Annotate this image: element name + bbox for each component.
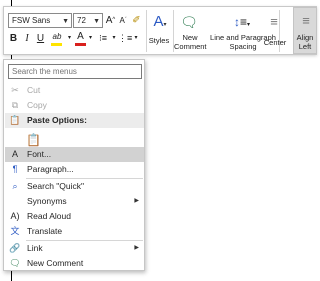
read-aloud-label: Read Aloud bbox=[27, 211, 71, 221]
paragraph-label: Paragraph... bbox=[27, 164, 74, 174]
clear-formatting-button[interactable]: ✐ bbox=[131, 13, 142, 28]
highlight-dropdown[interactable]: ▾ bbox=[66, 31, 73, 46]
copy-icon: ⧉ bbox=[11, 100, 19, 110]
chevron-down-icon[interactable]: ▼ bbox=[62, 15, 69, 28]
numbering-icon: ⋮≡ bbox=[118, 33, 133, 43]
paste-options-label: Paste Options: bbox=[27, 115, 87, 125]
bold-icon: B bbox=[9, 33, 18, 44]
cut-label: Cut bbox=[27, 85, 41, 95]
new-comment-menu-label: New Comment bbox=[27, 258, 84, 268]
align-center-icon: ≡ bbox=[270, 14, 278, 29]
menu-item-paragraph[interactable]: ¶ Paragraph... bbox=[5, 162, 144, 177]
chevron-right-icon: ▶ bbox=[134, 245, 139, 251]
menu-item-link[interactable]: 🔗 Link ▶ bbox=[5, 241, 144, 256]
read-aloud-icon: A) bbox=[10, 211, 20, 221]
search-menus-input[interactable] bbox=[8, 64, 142, 79]
font-name-value: FSW Sans bbox=[12, 16, 51, 25]
mini-toolbar: FSW Sans ▼ 72 ▼ A^ Aˇ ✐ B I U ab ▾ A ▾ ⁝… bbox=[3, 6, 317, 55]
styles-icon: A bbox=[153, 13, 164, 30]
align-left-button[interactable]: ≡ Align Left bbox=[293, 7, 317, 54]
scissors-icon: ✂ bbox=[11, 85, 19, 95]
menu-item-new-comment[interactable]: 🗨 New Comment bbox=[5, 256, 144, 271]
align-left-label: Align Left bbox=[296, 33, 314, 51]
bullets-button[interactable]: ⁝≡ bbox=[96, 31, 110, 46]
toolbar-divider bbox=[146, 10, 147, 52]
new-comment-label: New Comment bbox=[174, 33, 207, 51]
link-icon: 🔗 bbox=[9, 243, 21, 253]
underline-button[interactable]: U bbox=[35, 31, 46, 46]
line-spacing-button[interactable]: ↕≡▾ bbox=[232, 11, 252, 33]
search-icon: ⌕ bbox=[12, 181, 18, 191]
styles-button[interactable]: A▾ bbox=[150, 11, 170, 33]
paragraph-icon: ¶ bbox=[12, 164, 18, 174]
translate-icon: 文 bbox=[10, 226, 20, 236]
menu-item-font[interactable]: A Font... bbox=[5, 147, 144, 162]
styles-label: Styles bbox=[148, 36, 170, 45]
menu-item-translate[interactable]: 文 Translate bbox=[5, 224, 144, 239]
menu-item-search[interactable]: ⌕ Search "Quick" bbox=[5, 179, 144, 194]
new-comment-button[interactable]: 🗨 bbox=[180, 11, 198, 33]
highlight-button[interactable]: ab bbox=[49, 29, 65, 46]
font-icon: A bbox=[11, 149, 18, 159]
font-name-combobox[interactable]: FSW Sans ▼ bbox=[8, 13, 72, 28]
bullets-dropdown[interactable]: ▾ bbox=[111, 31, 117, 46]
font-color-button[interactable]: A bbox=[75, 29, 86, 46]
synonyms-label: Synonyms bbox=[27, 196, 67, 206]
comment-icon: 🗨 bbox=[9, 258, 21, 268]
link-label: Link bbox=[27, 243, 43, 253]
font-size-value: 72 bbox=[77, 16, 86, 25]
font-color-swatch bbox=[75, 43, 86, 46]
menu-item-read-aloud[interactable]: A) Read Aloud bbox=[5, 209, 144, 224]
grow-font-button[interactable]: A^ bbox=[105, 13, 116, 28]
menu-item-copy[interactable]: ⧉ Copy bbox=[5, 98, 144, 113]
paste-options-header: 📋 Paste Options: bbox=[5, 113, 144, 128]
font-label: Font... bbox=[27, 149, 52, 159]
underline-icon: U bbox=[36, 33, 45, 44]
bullets-icon: ⁝≡ bbox=[98, 33, 108, 43]
center-button[interactable]: ≡ bbox=[264, 11, 284, 33]
copy-label: Copy bbox=[27, 100, 47, 110]
translate-label: Translate bbox=[27, 226, 63, 236]
shrink-font-button[interactable]: Aˇ bbox=[118, 13, 128, 28]
font-size-combobox[interactable]: 72 ▼ bbox=[73, 13, 103, 28]
italic-icon: I bbox=[25, 33, 29, 44]
chevron-right-icon: ▶ bbox=[134, 198, 139, 204]
chevron-down-icon[interactable]: ▼ bbox=[93, 15, 100, 28]
clipboard-icon: 📋 bbox=[9, 115, 21, 125]
context-menu: ✂ Cut ⧉ Copy 📋 Paste Options: 📋 A Font..… bbox=[3, 59, 145, 271]
comment-plus-icon: 🗨 bbox=[180, 14, 198, 30]
italic-button[interactable]: I bbox=[22, 31, 32, 46]
bold-button[interactable]: B bbox=[8, 31, 19, 46]
highlighter-icon: ab bbox=[52, 32, 62, 41]
eraser-icon: ✐ bbox=[132, 15, 141, 26]
center-label: Center bbox=[263, 38, 287, 47]
font-color-dropdown[interactable]: ▾ bbox=[87, 31, 94, 46]
menu-item-synonyms[interactable]: Synonyms ▶ bbox=[5, 194, 144, 209]
align-left-icon: ≡ bbox=[302, 13, 310, 28]
font-color-icon: A bbox=[77, 31, 84, 42]
numbering-dropdown[interactable]: ▾ bbox=[133, 31, 139, 46]
search-label: Search "Quick" bbox=[27, 181, 85, 191]
menu-item-cut[interactable]: ✂ Cut bbox=[5, 83, 144, 98]
highlight-color-swatch bbox=[51, 43, 62, 46]
numbering-button[interactable]: ⋮≡ bbox=[118, 31, 132, 46]
